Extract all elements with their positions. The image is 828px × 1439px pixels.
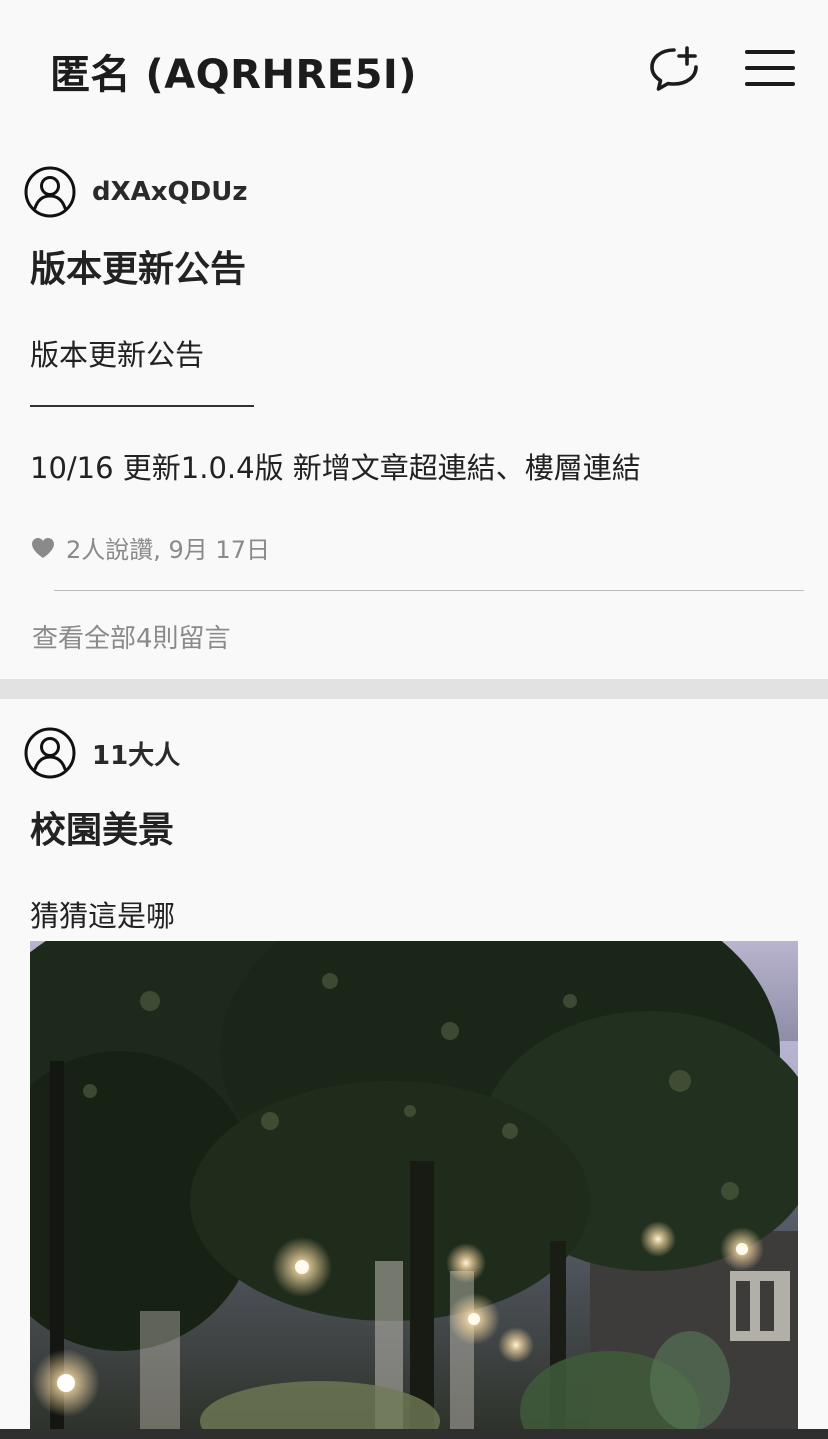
chat-bubble-plus-icon — [650, 46, 698, 91]
post-author[interactable]: dXAxQDUz — [24, 166, 247, 218]
post-meta: 2人說讚, 9月 17日 — [30, 530, 270, 565]
new-post-button[interactable] — [646, 40, 702, 96]
post-separator — [0, 679, 828, 699]
post-title: 版本更新公告 — [30, 249, 247, 290]
horizontal-rule — [30, 405, 254, 407]
heart-icon[interactable] — [30, 536, 56, 560]
post-card[interactable]: 11大人 校園美景 猜猜這是哪 — [0, 699, 828, 1439]
post-card[interactable]: dXAxQDUz 版本更新公告 版本更新公告 10/16 更新1.0.4版 新增… — [0, 140, 828, 679]
post-body-line: 猜猜這是哪 — [30, 899, 176, 933]
author-name: 11大人 — [92, 740, 181, 771]
hamburger-menu-icon — [745, 50, 795, 86]
post-title: 校園美景 — [30, 810, 175, 851]
menu-button[interactable] — [742, 40, 798, 96]
user-avatar-icon — [24, 727, 76, 779]
bottom-edge — [0, 1429, 828, 1439]
divider — [54, 590, 804, 591]
likes-and-date: 2人說讚, 9月 17日 — [66, 536, 270, 564]
app-header: 匿名 (AQRHRE5I) — [0, 0, 828, 140]
post-body-line: 版本更新公告 — [30, 338, 205, 372]
user-avatar-icon — [24, 166, 76, 218]
view-all-comments-link[interactable]: 查看全部4則留言 — [32, 618, 231, 655]
post-body-line: 10/16 更新1.0.4版 新增文章超連結、樓層連結 — [30, 451, 641, 485]
post-author[interactable]: 11大人 — [24, 727, 180, 779]
night-campus-trees-photo[interactable] — [30, 941, 798, 1439]
page-title: 匿名 (AQRHRE5I) — [50, 52, 418, 98]
author-name: dXAxQDUz — [92, 177, 248, 207]
